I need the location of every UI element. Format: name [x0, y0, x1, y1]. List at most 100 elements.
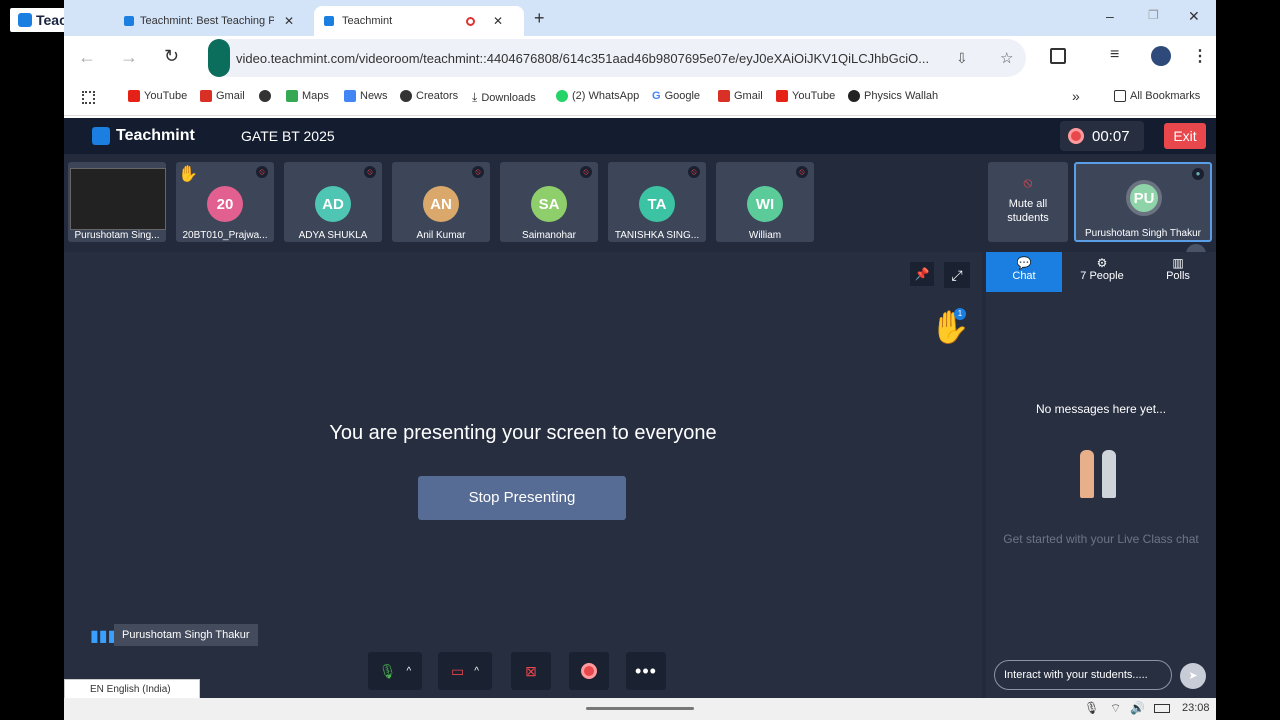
mic-button[interactable]: 🎙 ^	[368, 652, 422, 690]
bookmark-gmail[interactable]: Gmail	[200, 90, 245, 102]
participant-tile[interactable]: ⦸ AD ADYA SHUKLA	[284, 162, 382, 242]
participant-name: 20BT010_Prajwa...	[182, 230, 268, 241]
close-window-button[interactable]: ✕	[1188, 8, 1200, 25]
bookmark-label: Creators	[416, 90, 459, 102]
wifi-icon[interactable]: ⌔	[1110, 701, 1121, 716]
back-icon[interactable]: ←	[78, 47, 96, 68]
url-text[interactable]: video.teachmint.com/videoroom/teachmint:…	[236, 51, 946, 66]
apps-grid-icon[interactable]	[82, 91, 95, 104]
participant-tile[interactable]: ⦸ SA Saimanohar	[500, 162, 598, 242]
participant-tile[interactable]: ⦸ WI William	[716, 162, 814, 242]
bookmark-label: Maps	[302, 90, 329, 102]
bookmark-globe[interactable]	[259, 90, 275, 102]
exit-button[interactable]: Exit	[1164, 123, 1206, 149]
tab-polls-label: Polls	[1166, 270, 1190, 282]
avatar: WI	[747, 186, 783, 222]
more-bookmarks-icon[interactable]: »	[1072, 88, 1080, 104]
gmail-icon	[718, 90, 730, 102]
host-tile[interactable]: ● PU Purushotam Singh Thakur	[1074, 162, 1212, 242]
toolbar: ← → ↻ video.teachmint.com/videoroom/teac…	[64, 36, 1216, 80]
mute-all-button[interactable]: ⦸ Mute all students	[988, 162, 1068, 242]
news-icon	[344, 90, 356, 102]
minimize-button[interactable]: –	[1106, 8, 1114, 24]
tab-chat-label: Chat	[1012, 270, 1036, 282]
person-figure-icon	[1102, 450, 1116, 498]
presenting-message: You are presenting your screen to everyo…	[329, 422, 717, 444]
tab-polls[interactable]: ▥ Polls	[1140, 252, 1216, 292]
globe-icon	[259, 90, 271, 102]
tab-teachmint-active[interactable]: Teachmint ✕	[314, 6, 524, 36]
menu-icon[interactable]: ⋮	[1192, 46, 1208, 66]
bookmark-label: (2) WhatsApp	[572, 90, 640, 102]
bookmark-downloads[interactable]: ⤓ Downloads	[472, 90, 536, 105]
tab-title: Teachmint: Best Teaching Pl	[140, 15, 274, 27]
pin-icon[interactable]: 📌	[910, 262, 934, 286]
forward-icon[interactable]: →	[120, 47, 138, 68]
reload-icon[interactable]: ↻	[164, 46, 179, 67]
bookmark-label: Gmail	[734, 90, 763, 102]
mic-off-icon: ⦸	[1023, 174, 1033, 190]
bookmark-gmail-2[interactable]: Gmail	[718, 90, 763, 102]
mic-off-icon: ⦸	[472, 166, 484, 178]
mic-off-icon: ⦸	[256, 166, 268, 178]
media-control-icon[interactable]: ≡	[1110, 46, 1119, 64]
participant-tile[interactable]: ⦸ AN Anil Kumar	[392, 162, 490, 242]
chevron-up-icon[interactable]: ^	[407, 666, 412, 677]
fullscreen-icon[interactable]: ⤢	[944, 262, 970, 288]
class-title: GATE BT 2025	[241, 128, 335, 144]
participant-tile-screen[interactable]: Purushotam Sing...	[68, 162, 166, 242]
bookmark-star-icon[interactable]: ☆	[1000, 49, 1013, 67]
battery-icon[interactable]	[1154, 704, 1170, 713]
bookmark-label: Gmail	[216, 90, 245, 102]
stop-presenting-button[interactable]: Stop Presenting	[418, 476, 626, 520]
record-button[interactable]	[569, 652, 609, 690]
app-header: Teachmint GATE BT 2025 00:07 Exit	[64, 118, 1216, 154]
creators-icon	[400, 90, 412, 102]
chat-input[interactable]: Interact with your students.....	[994, 660, 1172, 690]
bookmark-youtube[interactable]: YouTube	[128, 90, 187, 102]
recording-dot-icon	[466, 16, 475, 26]
recording-timer[interactable]: 00:07	[1060, 121, 1144, 151]
polls-icon: ▥	[1172, 256, 1184, 270]
more-options-button[interactable]: •••	[626, 652, 666, 690]
bookmark-news[interactable]: News	[344, 90, 388, 102]
stop-share-button[interactable]: ⊠	[511, 652, 551, 690]
record-stop-icon	[1068, 128, 1084, 144]
language-text: EN English (India)	[90, 683, 171, 695]
tab-teachmint-home[interactable]: Teachmint: Best Teaching Pl ✕	[114, 6, 310, 36]
bookmark-whatsapp[interactable]: (2) WhatsApp	[556, 90, 639, 102]
bookmark-creators[interactable]: Creators	[400, 90, 458, 102]
extensions-icon[interactable]	[1050, 48, 1066, 64]
send-icon[interactable]: ➤	[1180, 663, 1206, 689]
avatar: TA	[639, 186, 675, 222]
all-bookmarks[interactable]: All Bookmarks	[1114, 90, 1200, 102]
tab-people[interactable]: ⚙ 7 People	[1064, 252, 1140, 292]
audio-level-icon: ▮▮▮	[90, 628, 117, 645]
chevron-up-icon[interactable]: ^	[474, 666, 479, 677]
tab-close-icon[interactable]: ✕	[284, 14, 294, 28]
new-tab-button[interactable]: +	[534, 8, 545, 29]
mic-icon[interactable]: 🎙	[1084, 701, 1099, 715]
bookmark-maps[interactable]: Maps	[286, 90, 329, 102]
bookmark-youtube-2[interactable]: YouTube	[776, 90, 835, 102]
bookmark-google[interactable]: G Google	[652, 90, 700, 102]
tab-strip: Teachmint: Best Teaching Pl ✕ Teachmint …	[64, 0, 1216, 36]
hand-count-badge: 1	[954, 308, 966, 320]
install-app-icon[interactable]: ⇩	[956, 50, 968, 67]
camera-button[interactable]: ▭ ^	[438, 652, 492, 690]
bookmark-label: News	[360, 90, 388, 102]
mic-in-use-icon	[208, 39, 230, 77]
tab-close-icon[interactable]: ✕	[493, 14, 503, 28]
tab-chat[interactable]: 💬 Chat	[986, 252, 1062, 292]
participant-tile[interactable]: ✋ ⦸ 20 20BT010_Prajwa...	[176, 162, 274, 242]
timer-text: 00:07	[1092, 127, 1130, 145]
restore-button[interactable]: ❐	[1148, 8, 1159, 22]
participant-name: TANISHKA SING...	[614, 230, 700, 241]
language-indicator[interactable]: EN English (India)	[64, 679, 200, 699]
bookmark-physics-wallah[interactable]: Physics Wallah	[848, 90, 938, 102]
volume-icon[interactable]: 🔊	[1130, 701, 1145, 715]
participant-name: Purushotam Singh Thakur	[1085, 228, 1201, 239]
address-bar[interactable]: video.teachmint.com/videoroom/teachmint:…	[208, 39, 1026, 77]
profile-avatar[interactable]	[1151, 46, 1171, 66]
participant-tile[interactable]: ⦸ TA TANISHKA SING...	[608, 162, 706, 242]
